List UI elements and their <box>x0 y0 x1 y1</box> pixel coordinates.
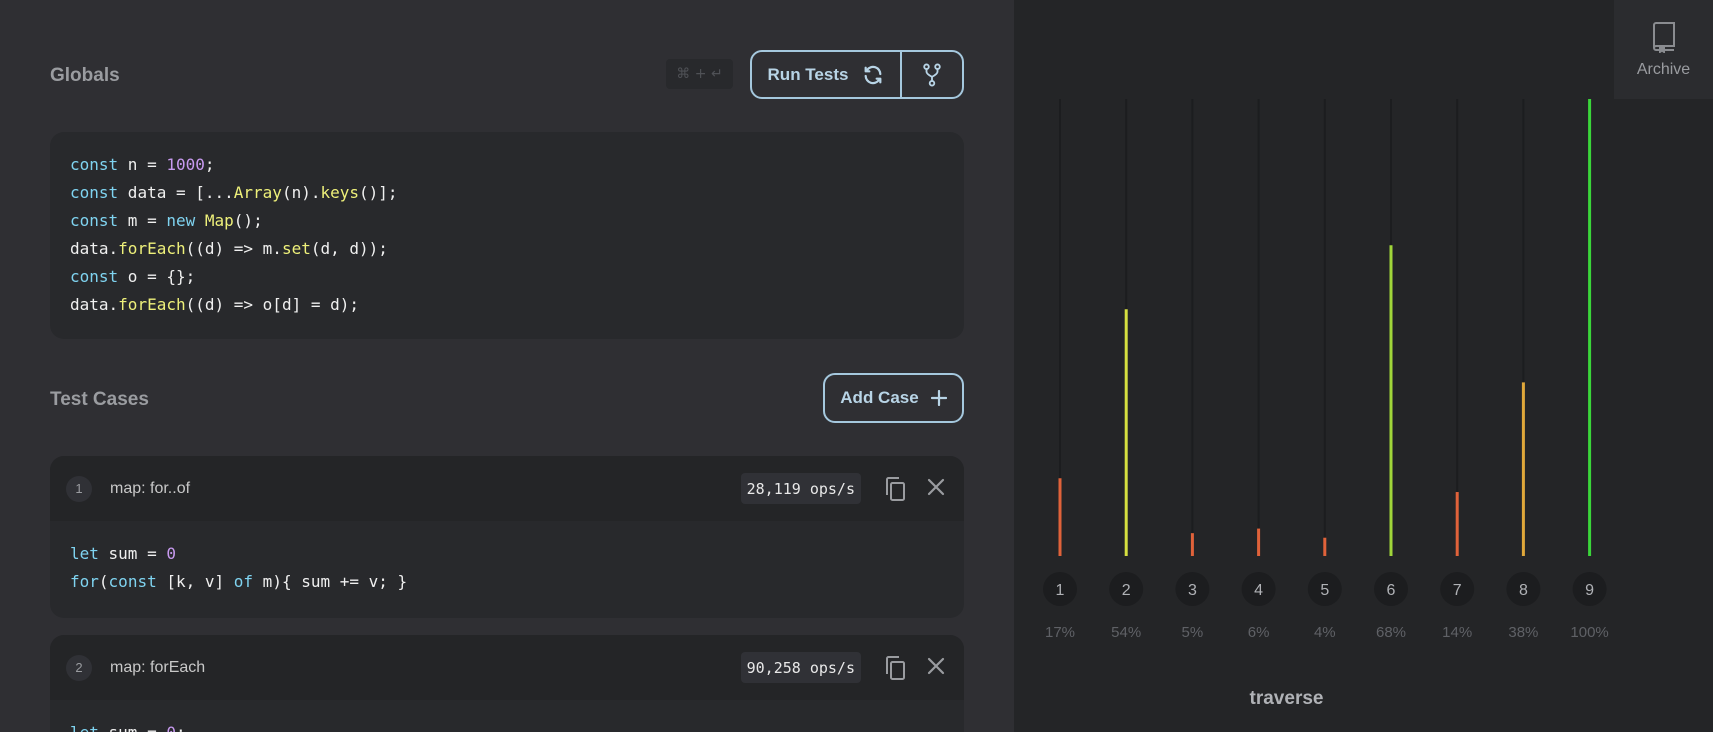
close-icon[interactable] <box>926 477 946 497</box>
chart-title: traverse <box>1249 688 1324 709</box>
bar-percent-label: 14% <box>1442 624 1472 641</box>
copy-icon[interactable] <box>884 655 906 681</box>
close-icon[interactable] <box>926 656 946 676</box>
ops-badge: 90,258 ops/s <box>740 652 861 683</box>
run-shortcut-hint: ⌘ + ↵ <box>666 59 733 89</box>
bar-number: 8 <box>1519 582 1528 599</box>
bar-number: 1 <box>1056 582 1065 599</box>
bar-percent-label: 38% <box>1508 624 1538 641</box>
bar-percent-label: 17% <box>1045 624 1075 641</box>
bar-percent-label: 4% <box>1314 624 1336 641</box>
test-case-code: let sum = 0; <box>70 719 944 732</box>
code-line: for(const [k, v] of m){ sum += v; } <box>70 572 408 591</box>
test-case-name[interactable]: map: forEach <box>110 659 205 677</box>
editor-panel: Globals ⌘ + ↵ Run Tests const n = 1000; c… <box>0 0 1014 732</box>
ops-badge: 28,119 ops/s <box>740 473 861 504</box>
test-case-card: 2 map: forEach 90,258 ops/s let sum = 0; <box>50 635 964 732</box>
code-line: data.forEach((d) => m.set(d, d)); <box>70 239 388 258</box>
results-chart: 117%254%35%46%54%668%714%838%9100%1013% <box>1043 99 1609 641</box>
add-case-button[interactable]: Add Case <box>823 373 964 423</box>
test-case-code-editor[interactable]: let sum = 0 for(const [k, v] of m){ sum +… <box>50 521 964 615</box>
test-case-card: 1 map: for..of 28,119 ops/s let sum = 0 f… <box>50 456 964 618</box>
fork-icon <box>923 63 941 86</box>
bar-number: 6 <box>1387 582 1396 599</box>
test-case-name[interactable]: map: for..of <box>110 480 190 498</box>
code-line: const n = 1000; <box>70 155 215 174</box>
archive-button[interactable]: Archive <box>1614 0 1713 99</box>
bar-percent-label: 6% <box>1248 624 1270 641</box>
globals-code: const n = 1000; const data = [...Array(n)… <box>70 151 944 319</box>
book-icon <box>1652 21 1675 53</box>
archive-label: Archive <box>1636 60 1691 78</box>
test-case-header: 2 map: forEach 90,258 ops/s <box>50 635 964 700</box>
bar-number: 9 <box>1585 582 1594 599</box>
code-line: const o = {}; <box>70 267 196 286</box>
test-case-number: 2 <box>66 654 92 681</box>
test-case-code-editor[interactable]: let sum = 0; <box>50 700 964 732</box>
test-case-header: 1 map: for..of 28,119 ops/s <box>50 456 964 521</box>
refresh-icon <box>865 65 882 84</box>
code-line: const data = [...Array(n).keys()]; <box>70 183 398 202</box>
bar-number: 4 <box>1254 582 1263 599</box>
bar-number: 5 <box>1320 582 1329 599</box>
add-case-label: Add Case <box>840 388 919 407</box>
copy-icon[interactable] <box>884 476 906 502</box>
bar-number: 2 <box>1122 582 1131 599</box>
test-cases-title: Test Cases <box>50 389 149 410</box>
globals-code-editor[interactable]: const n = 1000; const data = [...Array(n)… <box>50 132 964 339</box>
fork-button[interactable] <box>902 52 962 97</box>
bar-number: 7 <box>1453 582 1462 599</box>
code-line: let sum = 0 <box>70 544 176 563</box>
run-tests-label: Run Tests <box>767 64 849 84</box>
code-line: const m = new Map(); <box>70 211 263 230</box>
run-button-group: Run Tests <box>750 50 964 99</box>
code-line: let sum = 0; <box>70 719 944 732</box>
plus-icon <box>930 390 947 406</box>
test-case-code: let sum = 0 for(const [k, v] of m){ sum +… <box>70 540 944 596</box>
bar-percent-label: 100% <box>1570 624 1608 641</box>
bar-number: 3 <box>1188 582 1197 599</box>
bar-percent-label: 54% <box>1111 624 1141 641</box>
run-tests-button[interactable]: Run Tests <box>752 52 902 97</box>
globals-title: Globals <box>50 65 120 86</box>
bar-percent-label: 68% <box>1376 624 1406 641</box>
test-case-number: 1 <box>66 475 92 502</box>
bar-percent-label: 5% <box>1182 624 1204 641</box>
code-line: data.forEach((d) => o[d] = d); <box>70 295 359 314</box>
